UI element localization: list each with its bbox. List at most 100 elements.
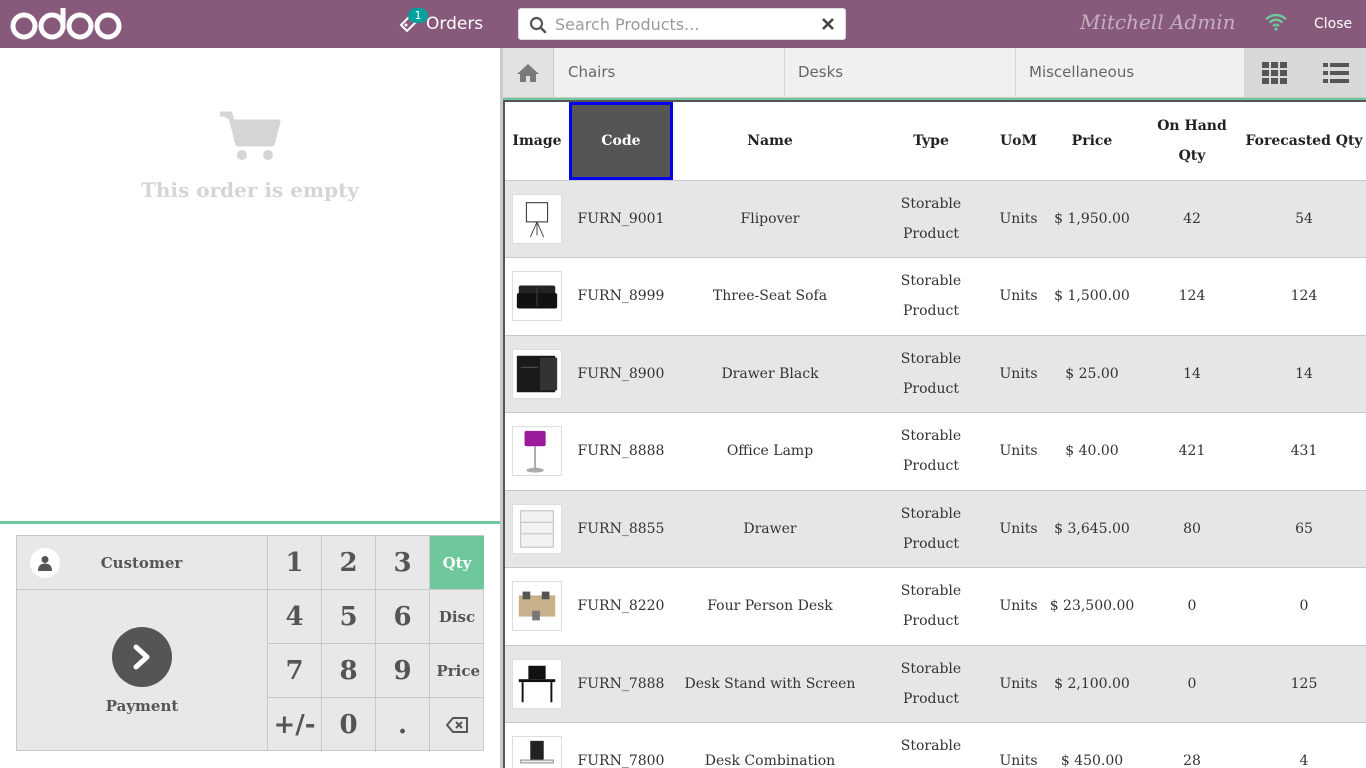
product-forecasted-qty: 14 xyxy=(1242,335,1366,413)
orders-button[interactable]: 1 Orders xyxy=(398,8,484,37)
product-type: Storable Product xyxy=(867,645,995,723)
numpad-key-4[interactable]: 4 xyxy=(268,590,322,644)
product-name: Desk Combination xyxy=(673,722,867,768)
column-header-type[interactable]: Type xyxy=(867,102,995,181)
numpad-key-6[interactable]: 6 xyxy=(376,590,430,644)
product-on-hand-qty: 28 xyxy=(1142,722,1242,768)
table-row[interactable]: FURN_8900 Drawer Black Storable Product Uni… xyxy=(505,335,1366,413)
close-button[interactable]: Close xyxy=(1314,16,1352,32)
product-type: Storable Product xyxy=(867,412,995,491)
product-image xyxy=(505,490,569,568)
product-name: Four Person Desk xyxy=(673,567,867,646)
backspace-button[interactable] xyxy=(430,698,484,752)
customer-label: Customer xyxy=(100,553,183,572)
backspace-icon xyxy=(446,717,468,733)
mode-disc-button[interactable]: Disc xyxy=(430,590,484,644)
product-code: FURN_8220 xyxy=(569,567,673,646)
table-row[interactable]: FURN_8220 Four Person Desk Storable Produc… xyxy=(505,567,1366,646)
product-image xyxy=(505,180,569,258)
orders-count-badge: 1 xyxy=(408,8,428,23)
product-forecasted-qty: 124 xyxy=(1242,257,1366,336)
ticket-icon: 1 xyxy=(398,8,428,34)
user-icon xyxy=(30,547,60,578)
product-name: Desk Stand with Screen xyxy=(673,645,867,723)
payment-label: Payment xyxy=(105,697,179,715)
product-on-hand-qty: 0 xyxy=(1142,645,1242,723)
product-image xyxy=(505,412,569,491)
wifi-icon[interactable] xyxy=(1265,13,1287,31)
customer-button[interactable]: Customer xyxy=(17,536,268,590)
numpad-key-2[interactable]: 2 xyxy=(322,536,376,590)
column-header-forecasted-qty[interactable]: Forecasted Qty xyxy=(1242,102,1366,181)
table-row[interactable]: FURN_7888 Desk Stand with Screen Storable … xyxy=(505,645,1366,723)
category-miscellaneous[interactable]: Miscellaneous xyxy=(1016,48,1245,97)
product-image xyxy=(505,335,569,413)
category-desks[interactable]: Desks xyxy=(785,48,1016,97)
numpad-key-7[interactable]: 7 xyxy=(268,644,322,698)
mode-price-button[interactable]: Price xyxy=(430,644,484,698)
column-header-uom[interactable]: UoM xyxy=(995,102,1042,181)
product-code: FURN_8900 xyxy=(569,335,673,413)
category-chairs[interactable]: Chairs xyxy=(555,48,785,97)
product-image xyxy=(505,257,569,336)
product-code: FURN_8888 xyxy=(569,412,673,491)
numpad-key-3[interactable]: 3 xyxy=(376,536,430,590)
product-name: Office Lamp xyxy=(673,412,867,491)
product-image xyxy=(505,567,569,646)
table-row[interactable]: FURN_9001 Flipover Storable Product Units $ … xyxy=(505,180,1366,258)
orders-label: Orders xyxy=(426,14,484,34)
product-type: Storable Product xyxy=(867,335,995,413)
table-header-row: Image Code Name Type UoM Price On Hand Q… xyxy=(505,102,1366,181)
product-price: $ 40.00 xyxy=(1042,412,1142,491)
search-input[interactable] xyxy=(555,9,815,39)
numpad-key-dot[interactable]: . xyxy=(376,698,430,752)
order-separator xyxy=(0,521,500,524)
shopping-cart-icon xyxy=(220,111,281,160)
product-uom: Units xyxy=(995,490,1042,568)
column-header-image[interactable]: Image xyxy=(505,102,569,181)
home-category-button[interactable] xyxy=(503,48,554,97)
numpad-key-1[interactable]: 1 xyxy=(268,536,322,590)
search-icon xyxy=(529,16,547,34)
product-on-hand-qty: 42 xyxy=(1142,180,1242,258)
numpad-key-plus-minus[interactable]: +/- xyxy=(268,698,322,752)
product-image xyxy=(505,645,569,723)
product-uom: Units xyxy=(995,722,1042,768)
product-type: Storable Product xyxy=(867,257,995,336)
table-row[interactable]: FURN_8888 Office Lamp Storable Product Unit… xyxy=(505,412,1366,491)
payment-button[interactable]: Payment xyxy=(17,590,268,750)
table-body: FURN_9001 Flipover Storable Product Units $ … xyxy=(505,180,1366,768)
column-header-name[interactable]: Name xyxy=(673,102,867,181)
numpad-key-0[interactable]: 0 xyxy=(322,698,376,752)
list-view-icon xyxy=(1322,62,1349,83)
product-on-hand-qty: 80 xyxy=(1142,490,1242,568)
table-row[interactable]: FURN_8855 Drawer Storable Product Units $ 3,… xyxy=(505,490,1366,568)
product-on-hand-qty: 0 xyxy=(1142,567,1242,646)
product-price: $ 25.00 xyxy=(1042,335,1142,413)
product-forecasted-qty: 0 xyxy=(1242,567,1366,646)
product-forecasted-qty: 4 xyxy=(1242,722,1366,768)
product-uom: Units xyxy=(995,257,1042,336)
grid-view-button[interactable] xyxy=(1245,48,1305,97)
product-price: $ 1,950.00 xyxy=(1042,180,1142,258)
product-forecasted-qty: 65 xyxy=(1242,490,1366,568)
product-type: Storable Product xyxy=(867,567,995,646)
list-view-button[interactable] xyxy=(1305,48,1366,97)
numpad-key-5[interactable]: 5 xyxy=(322,590,376,644)
product-code: FURN_8999 xyxy=(569,257,673,336)
user-name[interactable]: Mitchell Admin xyxy=(1080,10,1235,34)
mode-qty-button[interactable]: Qty xyxy=(430,536,484,590)
clear-search-icon[interactable] xyxy=(821,17,835,31)
product-uom: Units xyxy=(995,645,1042,723)
grid-view-icon xyxy=(1262,61,1287,84)
numpad-key-8[interactable]: 8 xyxy=(322,644,376,698)
numpad-key-9[interactable]: 9 xyxy=(376,644,430,698)
table-row[interactable]: FURN_7800Desk CombinationStorable Produc… xyxy=(505,722,1366,768)
column-header-code[interactable]: Code xyxy=(569,102,673,181)
table-row[interactable]: FURN_8999 Three-Seat Sofa Storable Product… xyxy=(505,257,1366,336)
category-bar: Chairs Desks Miscellaneous xyxy=(503,48,1366,98)
chevron-right-icon xyxy=(112,627,172,687)
column-header-price[interactable]: Price xyxy=(1042,102,1142,181)
column-header-on-hand-qty[interactable]: On Hand Qty xyxy=(1142,102,1242,181)
empty-order-text: This order is empty xyxy=(141,178,359,202)
